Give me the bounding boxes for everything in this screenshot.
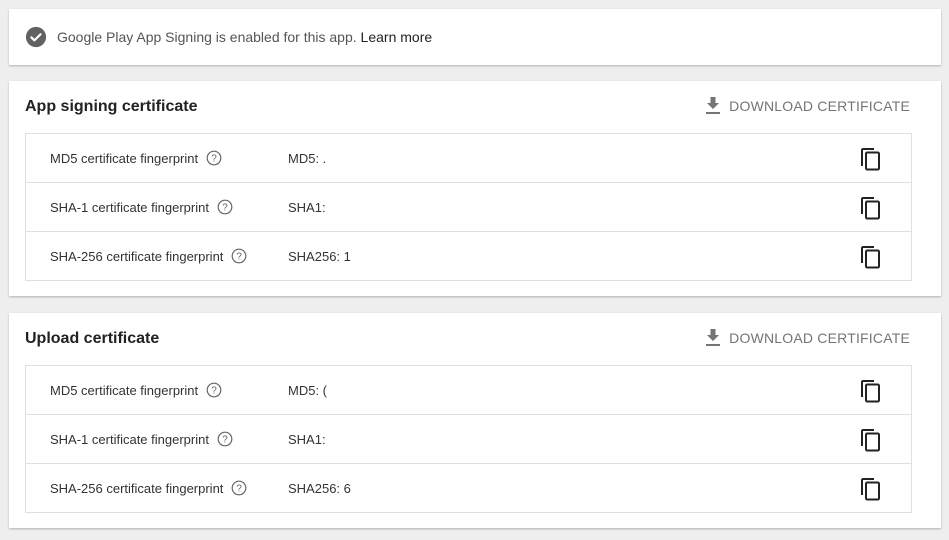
help-icon[interactable]: ? [206, 382, 222, 398]
help-icon[interactable]: ? [206, 150, 222, 166]
fingerprint-label: SHA-256 certificate fingerprint ? [50, 480, 247, 496]
svg-text:?: ? [237, 252, 243, 263]
svg-text:?: ? [211, 154, 217, 165]
help-icon[interactable]: ? [217, 431, 233, 447]
download-icon [706, 97, 721, 114]
fingerprint-label: SHA-256 certificate fingerprint ? [50, 248, 247, 264]
download-label: DOWNLOAD CERTIFICATE [729, 98, 910, 114]
table-row: SHA-1 certificate fingerprint ? SHA1: [26, 414, 911, 463]
copy-icon[interactable] [860, 245, 882, 269]
banner-text: Google Play App Signing is enabled for t… [57, 29, 357, 45]
fingerprint-label: SHA-1 certificate fingerprint ? [50, 199, 233, 215]
download-label: DOWNLOAD CERTIFICATE [729, 330, 910, 346]
upload-certificate-card: Upload certificate DOWNLOAD CERTIFICATE … [9, 313, 941, 528]
fingerprint-label: MD5 certificate fingerprint ? [50, 150, 222, 166]
table-row: SHA-256 certificate fingerprint ? SHA256… [26, 231, 911, 280]
check-circle-icon [25, 26, 47, 48]
fingerprint-label-text: SHA-256 certificate fingerprint [50, 480, 224, 496]
app-signing-download-button[interactable]: DOWNLOAD CERTIFICATE [705, 97, 910, 115]
fingerprint-value: SHA256: 1 [288, 249, 351, 264]
fingerprint-value: MD5: ( [288, 383, 327, 398]
download-icon [706, 329, 721, 346]
app-signing-certificate-card: App signing certificate DOWNLOAD CERTIFI… [9, 81, 941, 296]
svg-text:?: ? [237, 484, 243, 495]
help-icon[interactable]: ? [217, 199, 233, 215]
svg-text:?: ? [222, 203, 228, 214]
signing-enabled-banner: Google Play App Signing is enabled for t… [9, 9, 941, 65]
fingerprint-label-text: MD5 certificate fingerprint [50, 150, 199, 166]
table-row: MD5 certificate fingerprint ? MD5: . [26, 134, 911, 182]
fingerprint-label-text: MD5 certificate fingerprint [50, 382, 199, 398]
table-row: SHA-1 certificate fingerprint ? SHA1: [26, 182, 911, 231]
fingerprint-value: SHA256: 6 [288, 481, 351, 496]
copy-icon[interactable] [860, 196, 882, 220]
fingerprint-label-text: SHA-1 certificate fingerprint [50, 199, 209, 215]
fingerprint-label: MD5 certificate fingerprint ? [50, 382, 222, 398]
app-signing-fingerprint-table: MD5 certificate fingerprint ? MD5: . SHA… [25, 133, 912, 281]
help-icon[interactable]: ? [231, 480, 247, 496]
copy-icon[interactable] [860, 147, 882, 171]
upload-fingerprint-table: MD5 certificate fingerprint ? MD5: ( SHA… [25, 365, 912, 513]
learn-more-link[interactable]: Learn more [361, 29, 433, 45]
upload-download-button[interactable]: DOWNLOAD CERTIFICATE [705, 329, 910, 347]
svg-text:?: ? [211, 386, 217, 397]
fingerprint-label-text: SHA-1 certificate fingerprint [50, 431, 209, 447]
copy-icon[interactable] [860, 477, 882, 501]
help-icon[interactable]: ? [231, 248, 247, 264]
app-signing-title: App signing certificate [25, 98, 198, 115]
fingerprint-value: SHA1: [288, 200, 326, 215]
copy-icon[interactable] [860, 379, 882, 403]
fingerprint-value: MD5: . [288, 151, 327, 166]
svg-text:?: ? [222, 435, 228, 446]
banner-message: Google Play App Signing is enabled for t… [57, 29, 432, 45]
table-row: MD5 certificate fingerprint ? MD5: ( [26, 366, 911, 414]
fingerprint-label: SHA-1 certificate fingerprint ? [50, 431, 233, 447]
fingerprint-label-text: SHA-256 certificate fingerprint [50, 248, 224, 264]
copy-icon[interactable] [860, 428, 882, 452]
upload-title: Upload certificate [25, 330, 160, 347]
fingerprint-value: SHA1: [288, 432, 326, 447]
table-row: SHA-256 certificate fingerprint ? SHA256… [26, 463, 911, 512]
